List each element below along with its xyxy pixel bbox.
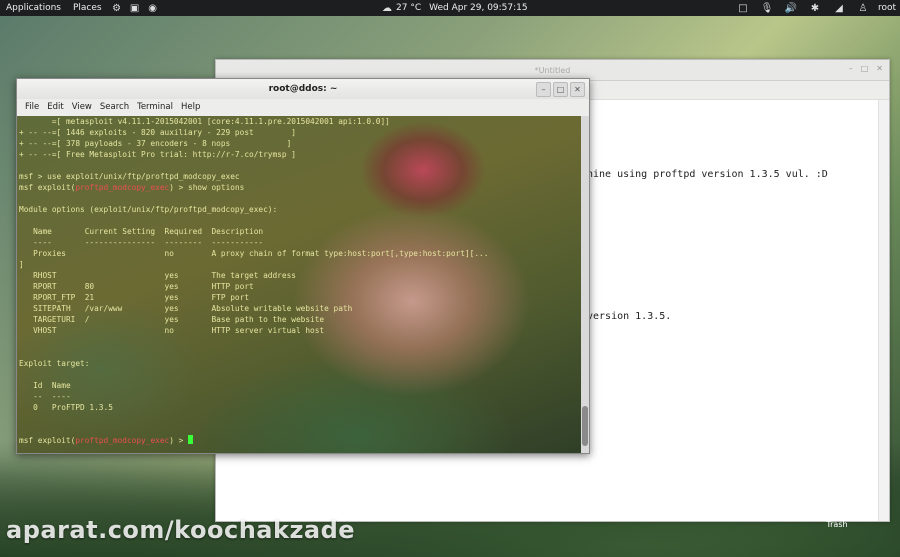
terminal-line: TARGETURI / yes Base path to the website bbox=[19, 315, 325, 324]
close-icon[interactable]: ✕ bbox=[570, 82, 585, 97]
trash-desktop-icon[interactable]: Trash bbox=[812, 520, 862, 529]
text-cursor bbox=[188, 435, 194, 444]
minimize-icon[interactable]: – bbox=[536, 82, 551, 97]
terminal-line: SITEPATH /var/www yes Absolute writable … bbox=[19, 304, 353, 313]
microphone-icon[interactable]: 🎙 bbox=[761, 2, 774, 14]
network-icon[interactable]: ◢ bbox=[833, 2, 845, 14]
terminal-menubar: File Edit View Search Terminal Help bbox=[17, 99, 589, 115]
bluetooth-icon[interactable]: ✱ bbox=[809, 2, 821, 14]
editor-line: hine using proftpd version 1.3.5 vul. :D bbox=[587, 169, 828, 180]
menu-file[interactable]: File bbox=[21, 102, 43, 112]
terminal-window[interactable]: root@ddos: ~ – □ ✕ File Edit View Search… bbox=[16, 78, 590, 454]
app-launcher-icon[interactable]: ⚙ bbox=[111, 2, 123, 14]
menu-search[interactable]: Search bbox=[96, 102, 133, 112]
terminal-title: root@ddos: ~ bbox=[268, 84, 338, 94]
maximize-icon[interactable]: □ bbox=[553, 82, 568, 97]
terminal-line: msf > use exploit/unix/ftp/proftpd_modco… bbox=[19, 172, 240, 181]
editor-line: version 1.3.5. bbox=[587, 311, 672, 322]
terminal-line: Module options (exploit/unix/ftp/proftpd… bbox=[19, 205, 278, 214]
editor-scrollbar[interactable] bbox=[878, 100, 889, 521]
menu-terminal[interactable]: Terminal bbox=[133, 102, 177, 112]
terminal-line: + -- --=[ Free Metasploit Pro trial: htt… bbox=[19, 150, 296, 159]
trash-label: Trash bbox=[826, 520, 848, 529]
prompt-suffix: ) > show options bbox=[169, 183, 245, 192]
terminal-line: RHOST yes The target address bbox=[19, 271, 296, 280]
terminal-line: Exploit target: bbox=[19, 359, 90, 368]
watermark: aparat.com/koochakzade bbox=[6, 516, 356, 544]
terminal-launcher-icon[interactable]: ▣ bbox=[129, 2, 141, 14]
weather-icon: ☁ bbox=[382, 2, 392, 14]
terminal-line: Proxies no A proxy chain of format type:… bbox=[19, 249, 489, 258]
terminal-line: Name Current Setting Required Descriptio… bbox=[19, 227, 264, 236]
terminal-scrollbar[interactable] bbox=[581, 116, 589, 453]
prompt-module: proftpd_modcopy_exec bbox=[75, 183, 170, 192]
terminal-line: ] bbox=[19, 260, 24, 269]
menu-help[interactable]: Help bbox=[177, 102, 204, 112]
prompt-suffix: ) > bbox=[169, 436, 189, 445]
browser-launcher-icon[interactable]: ◉ bbox=[147, 2, 159, 14]
prompt-prefix: msf exploit( bbox=[19, 183, 76, 192]
terminal-line: RPORT_FTP 21 yes FTP port bbox=[19, 293, 250, 302]
workspace-icon[interactable]: □ bbox=[737, 2, 749, 14]
maximize-icon[interactable]: □ bbox=[861, 64, 869, 73]
terminal-line: + -- --=[ 1446 exploits - 820 auxiliary … bbox=[19, 128, 296, 137]
prompt-module: proftpd_modcopy_exec bbox=[75, 436, 170, 445]
terminal-line: =[ metasploit v4.11.1-2015042001 [core:4… bbox=[19, 117, 390, 126]
user-menu[interactable]: root bbox=[878, 3, 896, 13]
terminal-line: Id Name bbox=[19, 381, 71, 390]
terminal-line: ---- --------------- -------- ----------… bbox=[19, 238, 264, 247]
clock: Wed Apr 29, 09:57:15 bbox=[429, 3, 528, 13]
applications-menu[interactable]: Applications bbox=[0, 3, 67, 13]
terminal-line: + -- --=[ 378 payloads - 37 encoders - 8… bbox=[19, 139, 292, 148]
menu-view[interactable]: View bbox=[68, 102, 96, 112]
scrollbar-thumb[interactable] bbox=[582, 406, 588, 446]
terminal-prompt-line: msf exploit(proftpd_modcopy_exec) > show… bbox=[19, 182, 244, 193]
minimize-icon[interactable]: – bbox=[849, 64, 853, 73]
clock-area[interactable]: ☁ 27 °C Wed Apr 29, 09:57:15 bbox=[378, 0, 528, 16]
close-icon[interactable]: ✕ bbox=[876, 64, 883, 73]
terminal-input-line[interactable]: msf exploit(proftpd_modcopy_exec) > bbox=[19, 435, 194, 446]
terminal-line: RPORT 80 yes HTTP port bbox=[19, 282, 254, 291]
terminal-line: 0 ProFTPD 1.3.5 bbox=[19, 403, 113, 412]
top-panel: Applications Places ⚙ ▣ ◉ ☁ 27 °C Wed Ap… bbox=[0, 0, 900, 16]
prompt-prefix: msf exploit( bbox=[19, 436, 76, 445]
weather-temp: 27 °C bbox=[396, 3, 422, 13]
menu-edit[interactable]: Edit bbox=[43, 102, 67, 112]
terminal-line: VHOST no HTTP server virtual host bbox=[19, 326, 325, 335]
volume-icon[interactable]: 🔊 bbox=[785, 2, 797, 14]
terminal-titlebar[interactable]: root@ddos: ~ – □ ✕ bbox=[17, 79, 589, 99]
editor-title: *Untitled bbox=[534, 65, 571, 75]
places-menu[interactable]: Places bbox=[67, 3, 108, 13]
user-icon: ♙ bbox=[858, 2, 868, 14]
terminal-screen[interactable]: =[ metasploit v4.11.1-2015042001 [core:4… bbox=[17, 116, 581, 453]
terminal-line: -- ---- bbox=[19, 392, 71, 401]
